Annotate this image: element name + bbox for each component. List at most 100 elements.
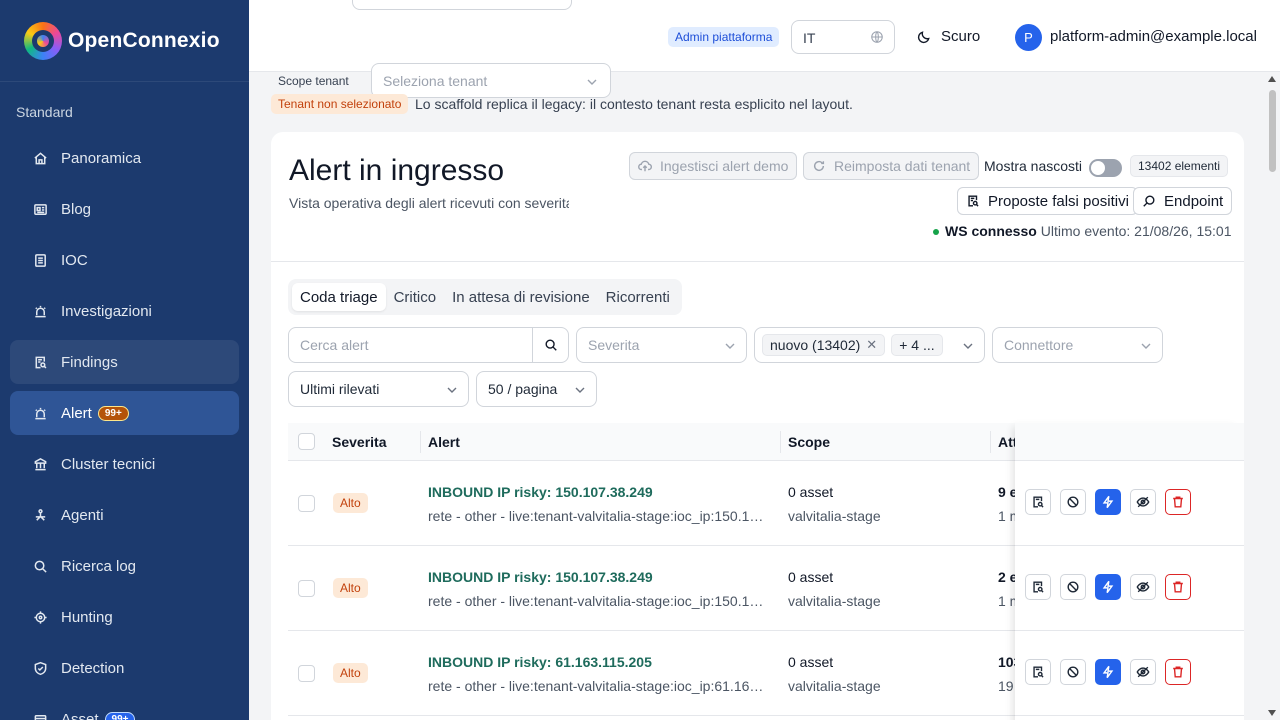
block-button[interactable] bbox=[1060, 659, 1086, 685]
endpoint-button[interactable]: Endpoint bbox=[1133, 187, 1233, 215]
user-email[interactable]: platform-admin@example.local bbox=[1050, 28, 1257, 45]
sidebar-item-asset[interactable]: Asset 99+ bbox=[10, 697, 239, 720]
scope-assets: 0 asset bbox=[788, 484, 834, 500]
page-scrollbar[interactable] bbox=[1265, 72, 1280, 720]
row-checkbox[interactable] bbox=[298, 495, 315, 512]
page-title: Alert in ingresso bbox=[289, 154, 505, 187]
delete-button[interactable] bbox=[1165, 574, 1191, 600]
reset-tenant-label: Reimposta dati tenant bbox=[834, 158, 971, 174]
sidebar-item-label: Ricerca log bbox=[61, 557, 137, 575]
tab-ricorrenti[interactable]: Ricorrenti bbox=[598, 283, 678, 311]
scroll-thumb[interactable] bbox=[1269, 90, 1276, 172]
tab-coda-triage[interactable]: Coda triage bbox=[292, 283, 386, 311]
sidebar-item-alert[interactable]: Alert 99+ bbox=[10, 391, 239, 435]
search-icon bbox=[544, 339, 557, 351]
chevron-down-icon bbox=[1141, 343, 1151, 349]
severity-badge: Alto bbox=[333, 493, 368, 513]
avatar[interactable]: P bbox=[1015, 24, 1042, 51]
chevron-down-icon bbox=[587, 79, 597, 85]
connector-select[interactable]: Connettore bbox=[992, 327, 1163, 363]
hide-button[interactable] bbox=[1130, 659, 1156, 685]
show-hidden-label: Mostra nascosti bbox=[984, 158, 1083, 174]
alert-title-link[interactable]: INBOUND IP risky: 61.163.115.205 bbox=[428, 654, 652, 670]
document-search-icon bbox=[1033, 581, 1044, 593]
tab-in-attesa-di-revisione[interactable]: In attesa di revisione bbox=[444, 283, 598, 311]
top-search-field[interactable] bbox=[352, 0, 572, 10]
alert-title-link[interactable]: INBOUND IP risky: 150.107.38.249 bbox=[428, 484, 653, 500]
column-divider bbox=[420, 431, 421, 453]
block-button[interactable] bbox=[1060, 574, 1086, 600]
sidebar-item-ioc[interactable]: IOC bbox=[10, 238, 239, 282]
review-button[interactable] bbox=[1025, 489, 1051, 515]
sidebar-item-label: Asset bbox=[61, 710, 99, 720]
language-select[interactable]: IT bbox=[791, 20, 895, 54]
sidebar-item-ricerca-log[interactable]: Ricerca log bbox=[10, 544, 239, 588]
page-size-select[interactable]: 50 / pagina bbox=[476, 371, 597, 407]
status-more-tag[interactable]: + 4 ... bbox=[891, 334, 943, 356]
search-alert-input[interactable]: Cerca alert bbox=[288, 327, 569, 363]
close-icon[interactable]: ✕ bbox=[866, 337, 877, 353]
sidebar-item-label: Agenti bbox=[61, 506, 104, 524]
document-search-icon bbox=[32, 354, 48, 370]
card-divider bbox=[271, 261, 1244, 262]
sidebar-item-hunting[interactable]: Hunting bbox=[10, 595, 239, 639]
tenant-select[interactable]: Seleziona tenant bbox=[371, 63, 611, 98]
brand-logo-icon bbox=[24, 21, 62, 60]
status-multiselect[interactable]: nuovo (13402) ✕ + 4 ... bbox=[754, 327, 985, 363]
escalate-button[interactable] bbox=[1095, 489, 1121, 515]
sort-select[interactable]: Ultimi rilevati bbox=[288, 371, 469, 407]
sidebar-item-label: Cluster tecnici bbox=[61, 455, 156, 473]
sidebar-item-findings[interactable]: Findings bbox=[10, 340, 239, 384]
brand[interactable]: OpenConnexio bbox=[0, 0, 249, 82]
column-severity[interactable]: Severita bbox=[332, 434, 386, 450]
hide-button[interactable] bbox=[1130, 489, 1156, 515]
home-icon bbox=[32, 150, 48, 166]
document-search-icon bbox=[1033, 496, 1044, 508]
ingest-demo-label: Ingestisci alert demo bbox=[660, 158, 789, 174]
ban-icon bbox=[1067, 666, 1079, 678]
scroll-down-arrow-icon[interactable] bbox=[1268, 710, 1276, 716]
search-button[interactable] bbox=[532, 328, 568, 362]
show-hidden-toggle[interactable] bbox=[1089, 159, 1122, 177]
moon-icon bbox=[917, 31, 930, 44]
severity-badge: Alto bbox=[333, 578, 368, 598]
false-positive-proposals-button[interactable]: Proposte falsi positivi bbox=[957, 187, 1138, 215]
column-scope[interactable]: Scope bbox=[788, 434, 830, 450]
select-all-checkbox[interactable] bbox=[298, 433, 315, 450]
column-alert[interactable]: Alert bbox=[428, 434, 460, 450]
sidebar-item-blog[interactable]: Blog bbox=[10, 187, 239, 231]
sidebar-item-detection[interactable]: Detection bbox=[10, 646, 239, 690]
alert-title-link[interactable]: INBOUND IP risky: 150.107.38.249 bbox=[428, 569, 653, 585]
sidebar-item-agenti[interactable]: Agenti bbox=[10, 493, 239, 537]
eye-off-icon bbox=[1136, 581, 1150, 593]
sidebar-item-panoramica[interactable]: Panoramica bbox=[10, 136, 239, 180]
block-button[interactable] bbox=[1060, 489, 1086, 515]
sidebar-item-label: Investigazioni bbox=[61, 302, 152, 320]
delete-button[interactable] bbox=[1165, 659, 1191, 685]
document-search-icon bbox=[968, 195, 979, 207]
alert-detail: rete - other - live:tenant-valvitalia-st… bbox=[428, 593, 768, 609]
alerts-card: Alert in ingresso Vista operativa degli … bbox=[271, 132, 1244, 720]
delete-button[interactable] bbox=[1165, 489, 1191, 515]
row-checkbox[interactable] bbox=[298, 580, 315, 597]
row-checkbox[interactable] bbox=[298, 665, 315, 682]
reset-tenant-button[interactable]: Reimposta dati tenant bbox=[803, 152, 980, 180]
review-button[interactable] bbox=[1025, 659, 1051, 685]
tab-critico[interactable]: Critico bbox=[386, 283, 445, 311]
escalate-button[interactable] bbox=[1095, 659, 1121, 685]
document-search-icon bbox=[1033, 666, 1044, 678]
sidebar-item-investigazioni[interactable]: Investigazioni bbox=[10, 289, 239, 333]
status-tag[interactable]: nuovo (13402) ✕ bbox=[762, 334, 886, 356]
theme-toggle-button[interactable]: Scuro bbox=[917, 28, 980, 45]
severity-select[interactable]: Severita bbox=[576, 327, 747, 363]
review-button[interactable] bbox=[1025, 574, 1051, 600]
escalate-button[interactable] bbox=[1095, 574, 1121, 600]
hide-button[interactable] bbox=[1130, 574, 1156, 600]
sidebar-item-label: IOC bbox=[61, 251, 88, 269]
newspaper-icon bbox=[32, 201, 48, 217]
ingest-demo-button[interactable]: Ingestisci alert demo bbox=[629, 152, 798, 180]
scroll-up-arrow-icon[interactable] bbox=[1268, 76, 1276, 82]
endpoint-label: Endpoint bbox=[1164, 192, 1224, 210]
sidebar: OpenConnexio Standard Panoramica Blog IO… bbox=[0, 0, 249, 720]
sidebar-item-cluster-tecnici[interactable]: Cluster tecnici bbox=[10, 442, 239, 486]
